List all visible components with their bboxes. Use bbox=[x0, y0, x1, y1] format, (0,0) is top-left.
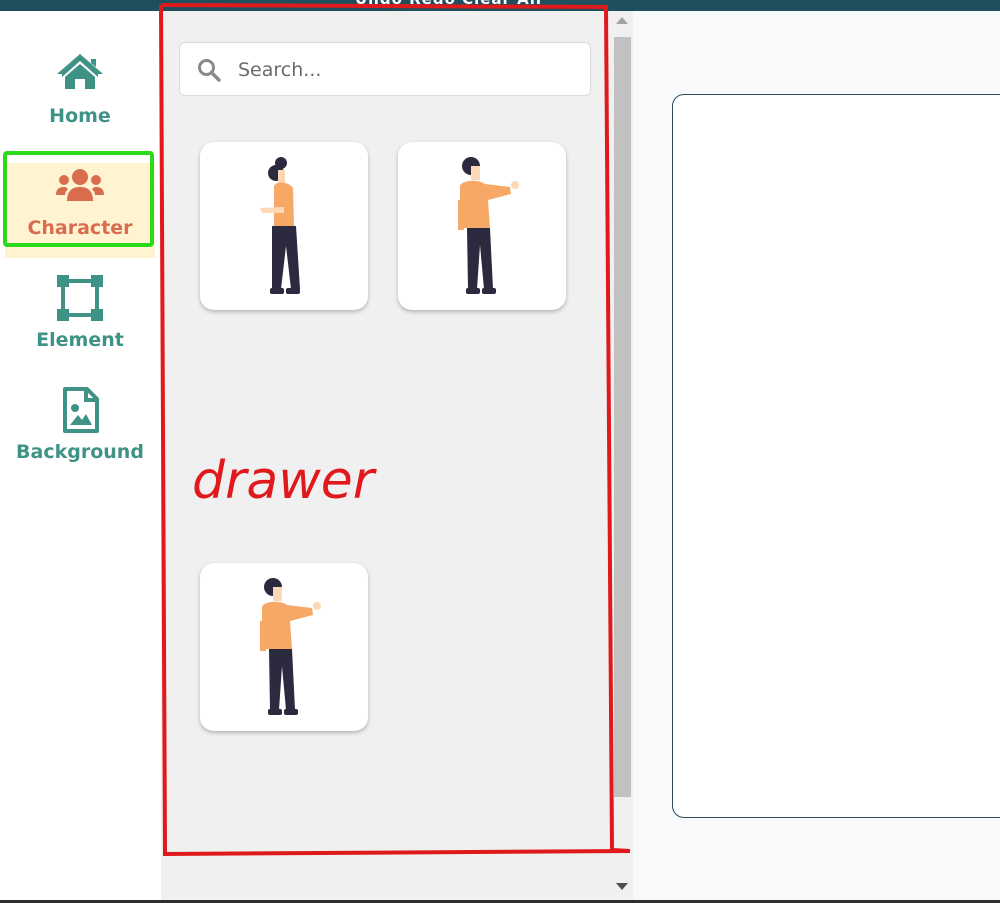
character-man-icon bbox=[260, 578, 321, 715]
top-toolbar: Undo Redo Clear All bbox=[0, 0, 1000, 11]
search-box[interactable] bbox=[179, 42, 591, 96]
character-card-man-2[interactable] bbox=[200, 563, 368, 731]
character-card-woman[interactable] bbox=[200, 142, 368, 310]
scroll-up-arrow-icon[interactable] bbox=[616, 17, 628, 24]
scroll-thumb[interactable] bbox=[614, 37, 631, 797]
sidebar-item-background[interactable]: Background bbox=[5, 387, 155, 482]
file-image-icon bbox=[63, 387, 99, 433]
drawer-scrollbar[interactable] bbox=[612, 11, 633, 903]
character-woman-icon bbox=[260, 157, 300, 294]
sidebar-item-label: Element bbox=[36, 329, 124, 351]
character-man-icon bbox=[458, 157, 519, 294]
sidebar-item-element[interactable]: Element bbox=[5, 275, 155, 370]
sidebar-item-label: Background bbox=[16, 441, 144, 463]
highlight-annotation bbox=[3, 151, 154, 247]
sidebar-item-label: Home bbox=[49, 105, 111, 127]
drawer-panel bbox=[161, 11, 633, 903]
canvas-area bbox=[633, 11, 1000, 903]
editor-canvas[interactable] bbox=[672, 94, 1000, 818]
search-icon bbox=[198, 59, 221, 82]
vector-square-icon bbox=[57, 275, 103, 321]
scroll-down-arrow-icon[interactable] bbox=[616, 883, 628, 890]
sidebar: Home Character Element Background bbox=[0, 11, 161, 903]
toolbar-actions-text[interactable]: Undo Redo Clear All bbox=[355, 0, 542, 8]
home-icon bbox=[57, 54, 103, 89]
character-card-man[interactable] bbox=[398, 142, 566, 310]
sidebar-item-home[interactable]: Home bbox=[5, 51, 155, 146]
search-input[interactable] bbox=[236, 53, 580, 87]
